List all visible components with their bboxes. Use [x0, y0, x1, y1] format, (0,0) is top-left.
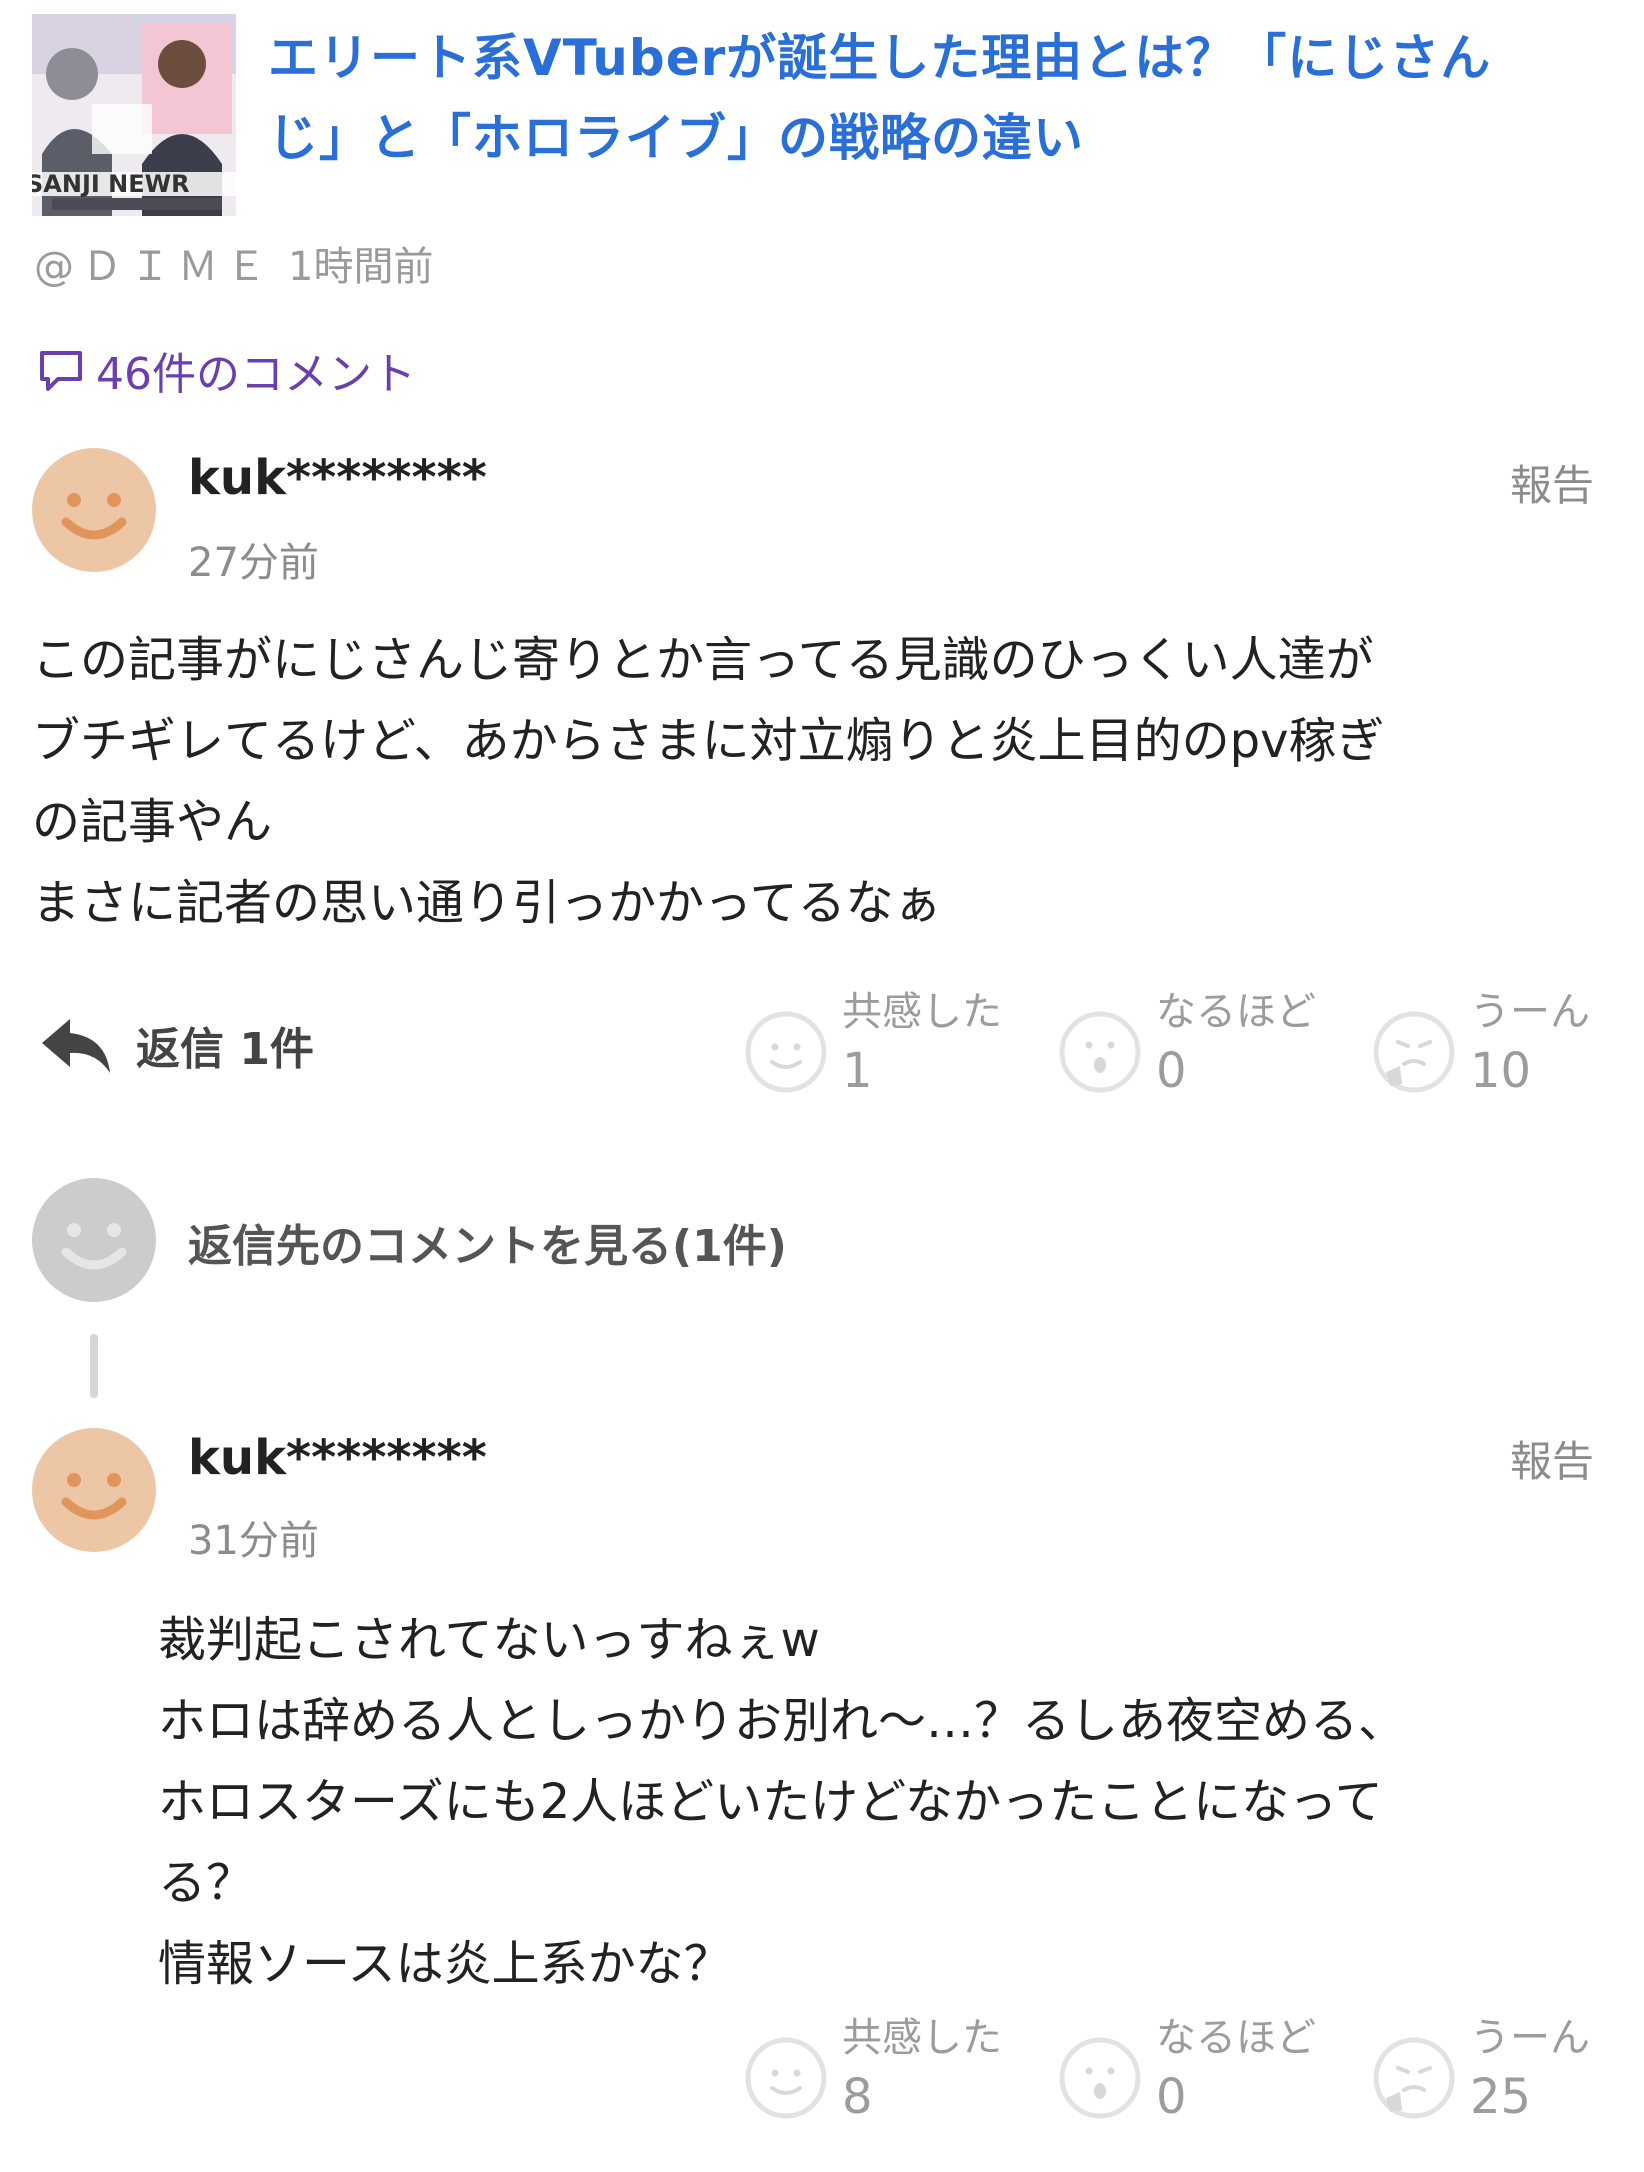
report-button[interactable]: 報告 [1510, 1428, 1594, 1489]
reaction-insightful[interactable]: なるほど 0 [1058, 986, 1358, 1104]
comment-body: 裁判起こされてないっすねぇw ホロは辞める人としっかりお別れ〜…？るしあ夜空める… [158, 1600, 1406, 2005]
reaction-label: 共感した [842, 989, 1002, 1035]
reaction-count: 1 [842, 1043, 873, 1099]
thinking-icon [1372, 1010, 1456, 1094]
reply-arrow-icon [42, 1019, 110, 1073]
reaction-count: 0 [1156, 2069, 1187, 2125]
reaction-count: 25 [1470, 2069, 1532, 2125]
reaction-hmm[interactable]: うーん 25 [1372, 2012, 1602, 2130]
avatar [32, 1428, 156, 1552]
reaction-insightful[interactable]: なるほど 0 [1058, 2012, 1358, 2130]
comment-time: 31分前 [188, 1518, 319, 1564]
article-time: 1時間前 [288, 244, 434, 290]
comment-bubble-icon [40, 351, 82, 391]
reaction-count: 0 [1156, 1043, 1187, 1099]
avatar-placeholder [32, 1178, 156, 1302]
comment-line: この記事がにじさんじ寄りとか言ってる見識のひっくい人達が [32, 632, 1374, 688]
comment-line: 裁判起こされてないっすねぇw [158, 1612, 820, 1668]
surprised-icon [1058, 2036, 1142, 2120]
comment-time: 27分前 [188, 540, 319, 586]
thinking-icon [1372, 2036, 1456, 2120]
comment-line: る？ [158, 1855, 255, 1911]
smile-icon [744, 1010, 828, 1094]
article-title-line: じ」と「ホロライブ」の戦略の違い [268, 109, 1084, 167]
comment-line: まさに記者の思い通り引っかかってるなぁ [32, 875, 942, 931]
surprised-icon [1058, 1010, 1142, 1094]
article-title-line: エリート系VTuberが誕生した理由とは？「にじさん [268, 29, 1492, 87]
source-name: @ＤＩＭＥ [34, 244, 274, 290]
reaction-label: うーん [1470, 2015, 1590, 2061]
thread-connector [90, 1334, 98, 1398]
report-button[interactable]: 報告 [1510, 452, 1594, 513]
comment-line: ホロは辞める人としっかりお別れ〜…？るしあ夜空める、 [158, 1693, 1407, 1749]
comment-count-label: 46件のコメント [96, 349, 416, 400]
comment-line: ホロスターズにも2人ほどいたけどなかったことになって [158, 1774, 1383, 1830]
reaction-label: なるほど [1156, 989, 1316, 1035]
thumbnail-caption: SANJI NEWR [32, 170, 190, 198]
comment-username[interactable]: kuk******** [188, 1430, 487, 1486]
article-title[interactable]: エリート系VTuberが誕生した理由とは？「にじさん じ」と「ホロライブ」の戦略… [268, 18, 1598, 178]
reaction-empathy[interactable]: 共感した 8 [744, 2012, 1044, 2130]
comment-line: の記事やん [32, 794, 273, 850]
reaction-hmm[interactable]: うーん 10 [1372, 986, 1602, 1104]
reaction-count: 10 [1470, 1043, 1532, 1099]
see-reply-target-link[interactable]: 返信先のコメントを見る(1件) [188, 1210, 787, 1274]
article-source: @ＤＩＭＥ 1時間前 [34, 234, 433, 292]
reaction-label: うーん [1470, 989, 1590, 1035]
comment-count-link[interactable]: 46件のコメント [36, 340, 416, 400]
reaction-count: 8 [842, 2069, 873, 2125]
reply-label: 返信 1件 [136, 1024, 314, 1075]
reply-button[interactable]: 返信 1件 [40, 1010, 314, 1080]
comment-username[interactable]: kuk******** [188, 450, 487, 506]
reaction-label: 共感した [842, 2015, 1002, 2061]
comment-body: この記事がにじさんじ寄りとか言ってる見識のひっくい人達が ブチギレてるけど、あか… [32, 620, 1384, 944]
smile-icon [744, 2036, 828, 2120]
reaction-label: なるほど [1156, 2015, 1316, 2061]
comment-line: 情報ソースは炎上系かな？ [158, 1936, 732, 1992]
comment-line: ブチギレてるけど、あからさまに対立煽りと炎上目的のpv稼ぎ [32, 713, 1385, 769]
article-thumbnail[interactable]: SANJI NEWR [32, 14, 236, 216]
avatar [32, 448, 156, 572]
reaction-empathy[interactable]: 共感した 1 [744, 986, 1044, 1104]
